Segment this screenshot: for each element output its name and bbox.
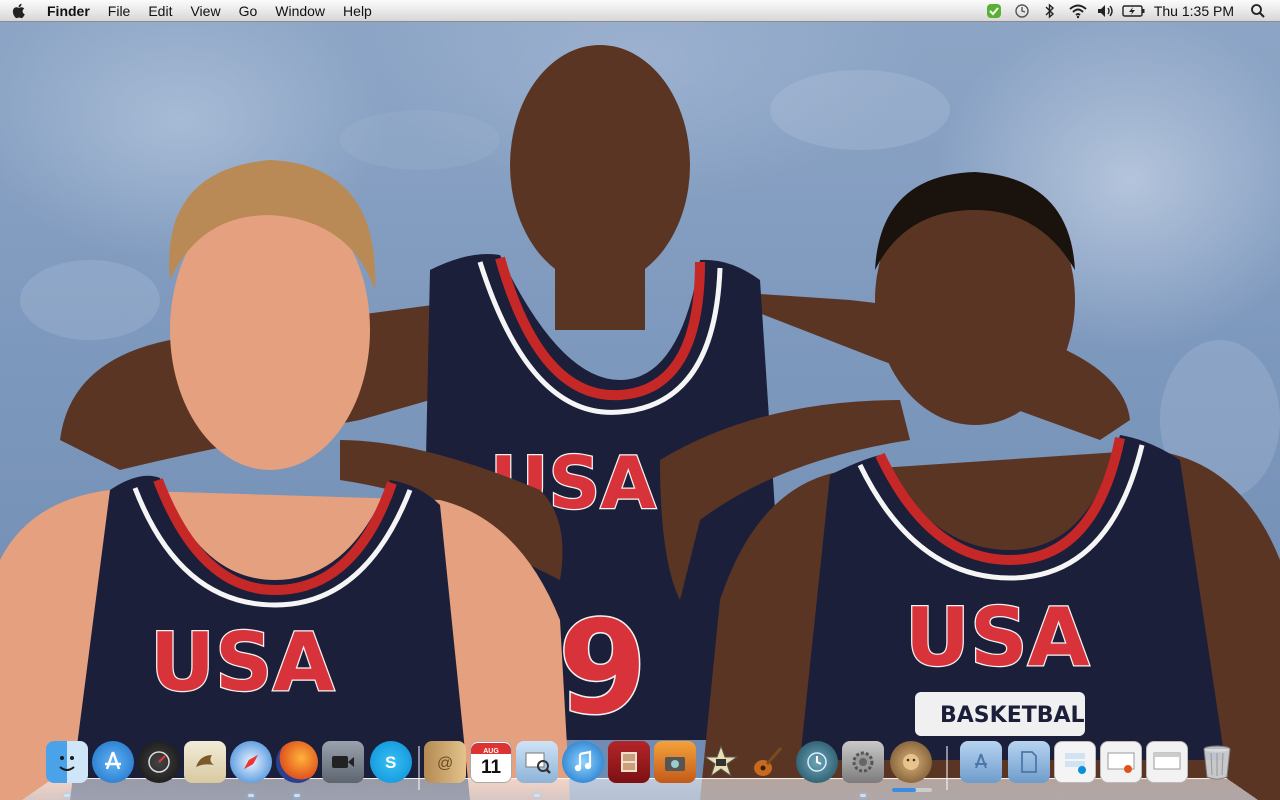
desktop-wallpaper: USA 9 USA USA BASKETBALL (0, 0, 1280, 800)
downloads-stack-icon[interactable] (1054, 741, 1096, 783)
minimized-window-icon[interactable] (1146, 741, 1188, 783)
dock-separator-stacks (946, 746, 948, 790)
player-right: USA BASKETBALL (700, 172, 1280, 800)
documents-folder-icon[interactable] (1008, 741, 1050, 783)
spotlight-icon[interactable] (1244, 0, 1272, 22)
imovie-icon[interactable] (700, 741, 742, 783)
bluetooth-icon[interactable] (1036, 0, 1064, 22)
system-preferences-icon[interactable] (842, 741, 884, 783)
safari-running-indicator (248, 794, 254, 797)
svg-text:@: @ (437, 755, 453, 772)
wifi-icon[interactable] (1064, 0, 1092, 22)
menu-window[interactable]: Window (266, 0, 334, 22)
time-machine-icon[interactable] (1008, 0, 1036, 22)
jersey-text-left: USA (150, 616, 335, 709)
menu-app-finder[interactable]: Finder (38, 0, 99, 22)
firefox-icon[interactable] (276, 741, 318, 783)
menu-clock[interactable]: Thu 1:35 PM (1148, 3, 1244, 19)
minimized-firefox-window-icon[interactable] (1100, 741, 1142, 783)
dock-separator (418, 746, 420, 790)
menu-bar: Finder File Edit View Go Window Help Thu… (0, 0, 1280, 22)
preview-running-indicator (534, 794, 540, 797)
system-preferences-running-indicator (860, 794, 866, 797)
app-store-icon[interactable] (92, 741, 134, 783)
itunes-icon[interactable] (562, 741, 604, 783)
ical-header: AUG (471, 742, 511, 755)
image-capture-icon[interactable] (654, 741, 696, 783)
ical-icon[interactable]: AUG 11 (470, 741, 512, 783)
time-machine-dock-icon[interactable] (796, 741, 838, 783)
evernote-icon[interactable] (980, 0, 1008, 22)
jersey-subtext-right: BASKETBALL (940, 703, 1099, 728)
dock: S @ AUG 11 (22, 738, 1258, 800)
applications-folder-icon[interactable] (960, 741, 1002, 783)
address-book-icon[interactable]: @ (424, 741, 466, 783)
jersey-number: 9 (558, 594, 647, 743)
jersey-text-right: USA (905, 591, 1090, 684)
safari-icon[interactable] (230, 741, 272, 783)
finder-running-indicator (64, 794, 70, 797)
wallpaper-photo: USA 9 USA USA BASKETBALL (0, 45, 1280, 800)
trash-icon[interactable] (1196, 741, 1238, 783)
volume-icon[interactable] (1092, 0, 1120, 22)
garageband-icon[interactable] (746, 741, 788, 783)
dashboard-icon[interactable] (138, 741, 180, 783)
photo-booth-icon[interactable] (608, 741, 650, 783)
menu-go[interactable]: Go (230, 0, 267, 22)
firefox-running-indicator (294, 794, 300, 797)
menu-help[interactable]: Help (334, 0, 381, 22)
lion-installer-progress (892, 788, 932, 792)
ical-day: 11 (480, 756, 502, 778)
preview-icon[interactable] (516, 741, 558, 783)
menu-file[interactable]: File (99, 0, 140, 22)
facetime-icon[interactable] (322, 741, 364, 783)
menu-view[interactable]: View (181, 0, 229, 22)
svg-text:S: S (385, 753, 396, 772)
mail-icon[interactable] (184, 741, 226, 783)
lion-installer-icon[interactable] (890, 741, 932, 783)
skype-icon[interactable]: S (370, 741, 412, 783)
apple-menu-icon[interactable] (0, 0, 38, 22)
menu-edit[interactable]: Edit (139, 0, 181, 22)
battery-icon[interactable] (1120, 0, 1148, 22)
finder-icon[interactable] (46, 741, 88, 783)
